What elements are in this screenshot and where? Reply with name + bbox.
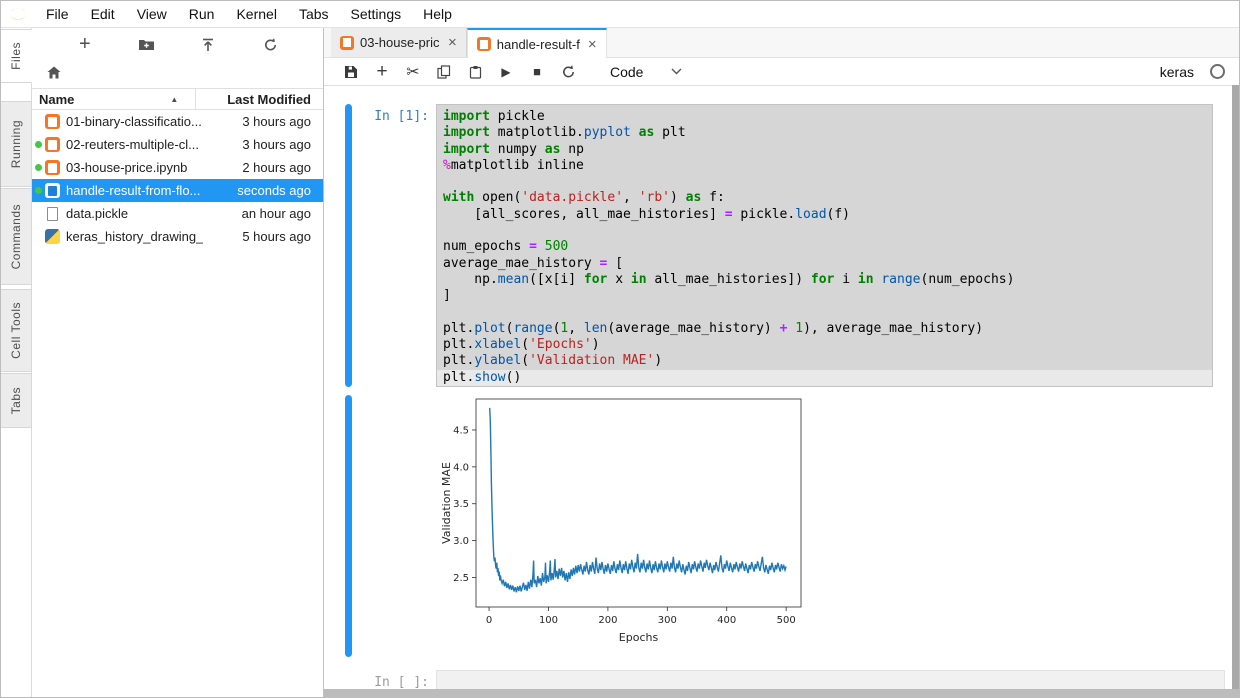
sidebar-tab-cell-tools[interactable]: Cell Tools [1, 289, 32, 372]
horizontal-scrollbar[interactable] [324, 689, 1239, 697]
svg-text:2.5: 2.5 [453, 573, 469, 584]
column-header-modified[interactable]: Last Modified [195, 89, 323, 109]
file-row[interactable]: 01-binary-classificatio... 3 hours ago [32, 110, 323, 133]
svg-text:3.5: 3.5 [453, 499, 469, 510]
notebook-icon [477, 37, 491, 51]
file-row[interactable]: keras_history_drawing_... 5 hours ago [32, 225, 323, 248]
tab-handle-result[interactable]: handle-result-f × [467, 28, 607, 58]
cell-type-select[interactable]: Code [610, 64, 643, 80]
running-dot [35, 233, 42, 240]
empty-cell: In [ ]: [324, 670, 1239, 689]
notebook-icon [45, 183, 60, 198]
svg-text:500: 500 [777, 615, 796, 626]
file-row[interactable]: data.pickle an hour ago [32, 202, 323, 225]
run-button[interactable]: ▶ [495, 61, 517, 83]
svg-text:Validation MAE: Validation MAE [440, 462, 453, 544]
svg-text:Epochs: Epochs [619, 631, 659, 644]
menu-kernel[interactable]: Kernel [225, 6, 287, 22]
running-dot [35, 187, 42, 194]
column-header-name[interactable]: Name ▲ [32, 92, 195, 107]
file-row[interactable]: 02-reuters-multiple-cl... 3 hours ago [32, 133, 323, 156]
svg-text:0: 0 [486, 615, 492, 626]
home-icon[interactable] [47, 66, 61, 84]
running-dot [35, 210, 42, 217]
input-collapser[interactable] [345, 670, 352, 689]
copy-icon[interactable] [433, 61, 455, 83]
output-cell: 0 100 200 300 400 500 2.5 3.0 3.5 4.0 4.5 Epochs Val… [324, 395, 1239, 657]
sidebar-tab-tabs[interactable]: Tabs [1, 373, 32, 428]
matplotlib-figure: 0 100 200 300 400 500 2.5 3.0 3.5 4.0 4.5 Epochs Val… [440, 395, 805, 657]
svg-text:3.0: 3.0 [453, 536, 469, 547]
kernel-name-label: keras [1160, 64, 1194, 80]
stop-button[interactable]: ■ [526, 61, 548, 83]
output-prompt [352, 395, 436, 657]
empty-code-editor[interactable] [436, 670, 1225, 689]
jupyterlab-window: File Edit View Run Kernel Tabs Settings … [0, 0, 1240, 698]
file-browser-panel: + Name ▲ L [32, 28, 324, 697]
new-folder-button[interactable] [133, 33, 161, 57]
menu-run[interactable]: Run [178, 6, 226, 22]
cut-icon[interactable]: ✂ [402, 61, 424, 83]
upload-icon[interactable] [194, 33, 222, 57]
sort-ascending-icon: ▲ [170, 95, 178, 104]
input-prompt: In [1]: [352, 104, 436, 387]
activity-bar: Files Running Commands Cell Tools Tabs [1, 28, 32, 697]
notebook-icon [45, 114, 60, 129]
menu-tabs[interactable]: Tabs [288, 6, 340, 22]
output-collapser[interactable] [345, 395, 352, 657]
mae-chart: 0 100 200 300 400 500 2.5 3.0 3.5 4.0 4.5 Epochs Val… [440, 395, 805, 645]
dock-tab-bar: 03-house-price × handle-result-f × [324, 28, 1239, 58]
save-button[interactable] [340, 61, 362, 83]
close-icon[interactable]: × [448, 35, 457, 50]
notebook-icon [45, 137, 60, 152]
file-icon [47, 207, 58, 221]
running-dot [35, 141, 42, 148]
notebook-content: In [1]: import pickleimport matplotlib.p… [324, 86, 1239, 689]
svg-text:200: 200 [598, 615, 617, 626]
kernel-status-icon[interactable] [1210, 64, 1225, 79]
notebook-toolbar: + ✂ ▶ ■ Code keras [324, 58, 1239, 86]
file-row-selected[interactable]: handle-result-from-flo... seconds ago [32, 179, 323, 202]
close-icon[interactable]: × [588, 37, 597, 52]
running-dot [35, 118, 42, 125]
menu-settings[interactable]: Settings [340, 6, 413, 22]
menu-bar: File Edit View Run Kernel Tabs Settings … [1, 1, 1239, 28]
python-icon [45, 229, 60, 244]
chevron-down-icon[interactable] [671, 68, 682, 75]
vertical-scrollbar[interactable] [1232, 85, 1239, 689]
sidebar-tab-files[interactable]: Files [1, 29, 32, 83]
file-list-header: Name ▲ Last Modified [32, 88, 323, 110]
file-list: 01-binary-classificatio... 3 hours ago 0… [32, 110, 323, 248]
breadcrumb [32, 61, 323, 88]
main-dock-panel: 03-house-price × handle-result-f × + ✂ [324, 28, 1239, 697]
add-cell-button[interactable]: + [371, 61, 393, 83]
jupyter-logo-icon [1, 4, 35, 24]
svg-text:4.5: 4.5 [453, 426, 469, 437]
code-cell: In [1]: import pickleimport matplotlib.p… [324, 104, 1239, 387]
refresh-icon[interactable] [256, 33, 284, 57]
running-dot [35, 164, 42, 171]
menu-view[interactable]: View [126, 6, 178, 22]
menu-edit[interactable]: Edit [80, 6, 126, 22]
notebook-icon [340, 36, 354, 50]
file-browser-toolbar: + [32, 28, 323, 61]
new-launcher-button[interactable]: + [71, 33, 99, 57]
file-row[interactable]: 03-house-price.ipynb 2 hours ago [32, 156, 323, 179]
notebook-icon [45, 160, 60, 175]
sidebar-tab-running[interactable]: Running [1, 101, 32, 187]
menu-help[interactable]: Help [412, 6, 463, 22]
code-editor[interactable]: import pickleimport matplotlib.pyplot as… [436, 104, 1213, 387]
menu-file[interactable]: File [35, 6, 80, 22]
input-collapser[interactable] [345, 104, 352, 387]
sidebar-tab-commands[interactable]: Commands [1, 188, 32, 285]
svg-text:4.0: 4.0 [453, 462, 469, 473]
restart-kernel-icon[interactable] [557, 61, 579, 83]
paste-icon[interactable] [464, 61, 486, 83]
svg-text:300: 300 [658, 615, 677, 626]
svg-text:400: 400 [717, 615, 736, 626]
svg-text:100: 100 [539, 615, 558, 626]
tab-03-house-price[interactable]: 03-house-price × [331, 28, 467, 57]
input-prompt: In [ ]: [352, 670, 436, 689]
